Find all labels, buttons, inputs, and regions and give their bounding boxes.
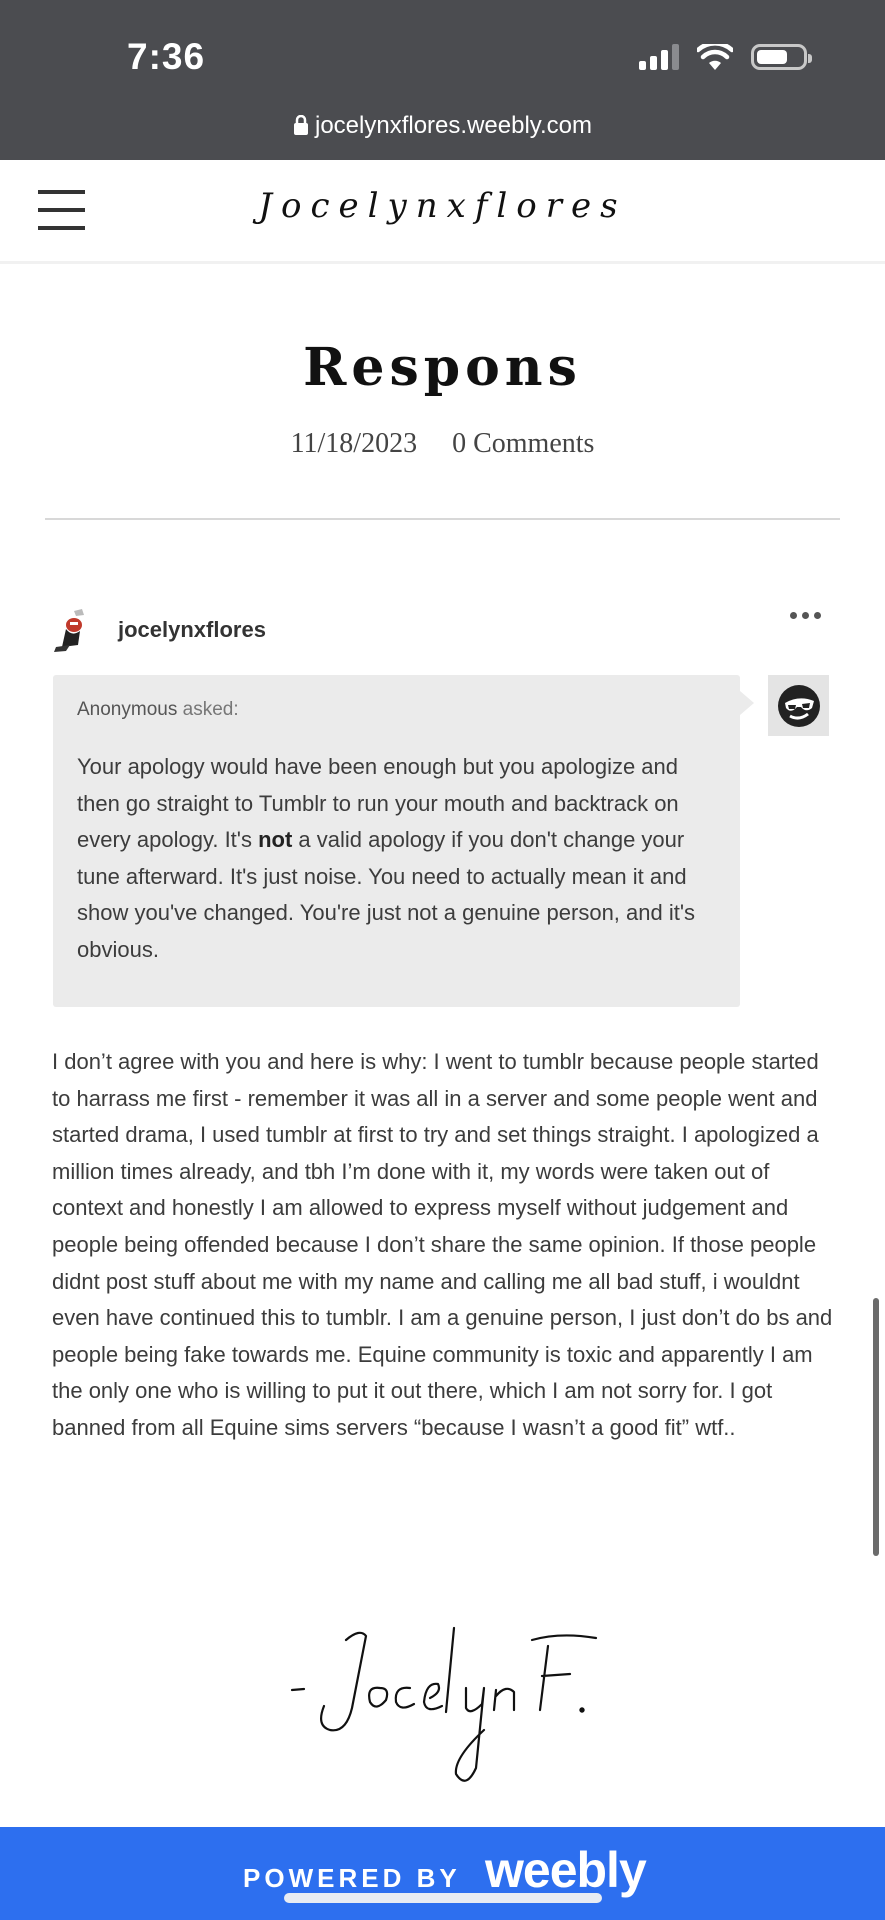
weebly-footer[interactable]: POWERED BY weebly — [0, 1827, 885, 1920]
status-time: 7:36 — [127, 36, 206, 77]
wifi-icon — [697, 44, 733, 70]
powered-by-label: POWERED BY — [243, 1863, 461, 1893]
site-header: Jocelynxflores — [0, 160, 885, 264]
asker-name: Anonymous — [77, 699, 178, 720]
status-icons — [639, 44, 812, 70]
more-icon[interactable] — [790, 612, 821, 619]
post-meta: 11/18/2023 0 Comments — [0, 428, 885, 460]
question-bold: not — [258, 827, 293, 852]
asked-label: asked: — [182, 699, 239, 720]
home-indicator[interactable] — [284, 1893, 602, 1903]
ask-box: Anonymous asked: Your apology would have… — [53, 675, 754, 1007]
anon-avatar-icon — [768, 675, 829, 736]
asker-line: Anonymous asked: — [77, 699, 716, 721]
browser-chrome: 7:36 jocelynxflores.weebly.com — [0, 0, 885, 160]
signature — [270, 1618, 630, 1798]
weebly-brand: weebly — [485, 1842, 647, 1898]
ask-question: Your apology would have been enough but … — [77, 749, 716, 968]
scrollbar[interactable] — [873, 1298, 879, 1556]
blog-name[interactable]: jocelynxflores — [118, 617, 266, 643]
battery-icon — [751, 44, 812, 70]
url-bar[interactable]: jocelynxflores.weebly.com — [0, 112, 885, 140]
signal-icon — [639, 44, 679, 70]
site-logo[interactable]: Jocelynxflores — [0, 186, 885, 226]
tumblr-post-header: jocelynxflores — [52, 605, 266, 655]
avatar[interactable] — [52, 607, 92, 653]
post-title: Respons — [303, 337, 582, 398]
lock-icon — [294, 115, 308, 135]
post-date: 11/18/2023 — [290, 428, 418, 459]
answer-text: I don’t agree with you and here is why: … — [52, 1049, 833, 1440]
url-text: jocelynxflores.weebly.com — [315, 112, 592, 139]
divider — [45, 518, 840, 520]
comments-link[interactable]: 0 Comments — [452, 428, 594, 459]
